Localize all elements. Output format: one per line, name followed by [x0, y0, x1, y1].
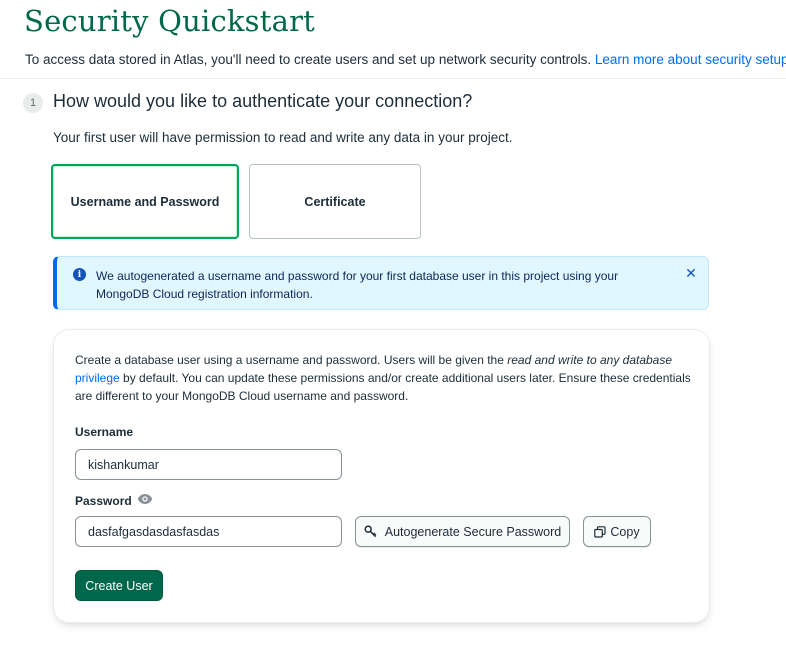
step-number-badge: 1 — [23, 93, 43, 113]
panel-description: Create a database user using a username … — [75, 351, 695, 405]
username-input[interactable] — [75, 449, 342, 480]
autogenerate-label: Autogenerate Secure Password — [384, 524, 562, 539]
create-user-label: Create User — [85, 578, 153, 593]
close-icon[interactable]: ✕ — [684, 266, 698, 280]
privilege-link[interactable]: privilege — [75, 371, 120, 385]
copy-password-button[interactable]: Copy — [583, 516, 651, 547]
intro-text: To access data stored in Atlas, you'll n… — [25, 52, 786, 67]
password-input[interactable] — [75, 516, 342, 547]
create-user-panel: Create a database user using a username … — [53, 329, 710, 623]
key-icon — [364, 525, 377, 538]
desc-text-2: by default. You can update these permiss… — [75, 371, 691, 403]
step-heading: How would you like to authenticate your … — [53, 91, 473, 111]
learn-more-security-link[interactable]: Learn more about security setup — [595, 52, 786, 67]
copy-icon — [594, 525, 607, 538]
username-label: Username — [75, 425, 134, 439]
intro-description: To access data stored in Atlas, you'll n… — [25, 52, 595, 67]
desc-text-1: Create a database user using a username … — [75, 353, 508, 367]
auth-option-label: Username and Password — [70, 194, 220, 209]
copy-label: Copy — [610, 524, 640, 539]
info-callout: i We autogenerated a username and passwo… — [53, 256, 709, 310]
eye-icon[interactable] — [137, 493, 153, 505]
auth-option-username-password[interactable]: Username and Password — [51, 164, 239, 239]
info-icon: i — [73, 268, 86, 281]
header-divider — [0, 78, 786, 79]
callout-text: We autogenerated a username and password… — [96, 269, 619, 301]
auth-option-label: Certificate — [304, 194, 366, 209]
autogenerate-password-button[interactable]: Autogenerate Secure Password — [355, 516, 570, 547]
step-subtext: Your first user will have permission to … — [53, 130, 513, 145]
create-user-button[interactable]: Create User — [75, 570, 163, 601]
password-label: Password — [75, 494, 132, 508]
auth-option-certificate[interactable]: Certificate — [249, 164, 421, 239]
desc-italic: read and write to any database — [507, 353, 673, 367]
page-title: Security Quickstart — [24, 4, 316, 38]
